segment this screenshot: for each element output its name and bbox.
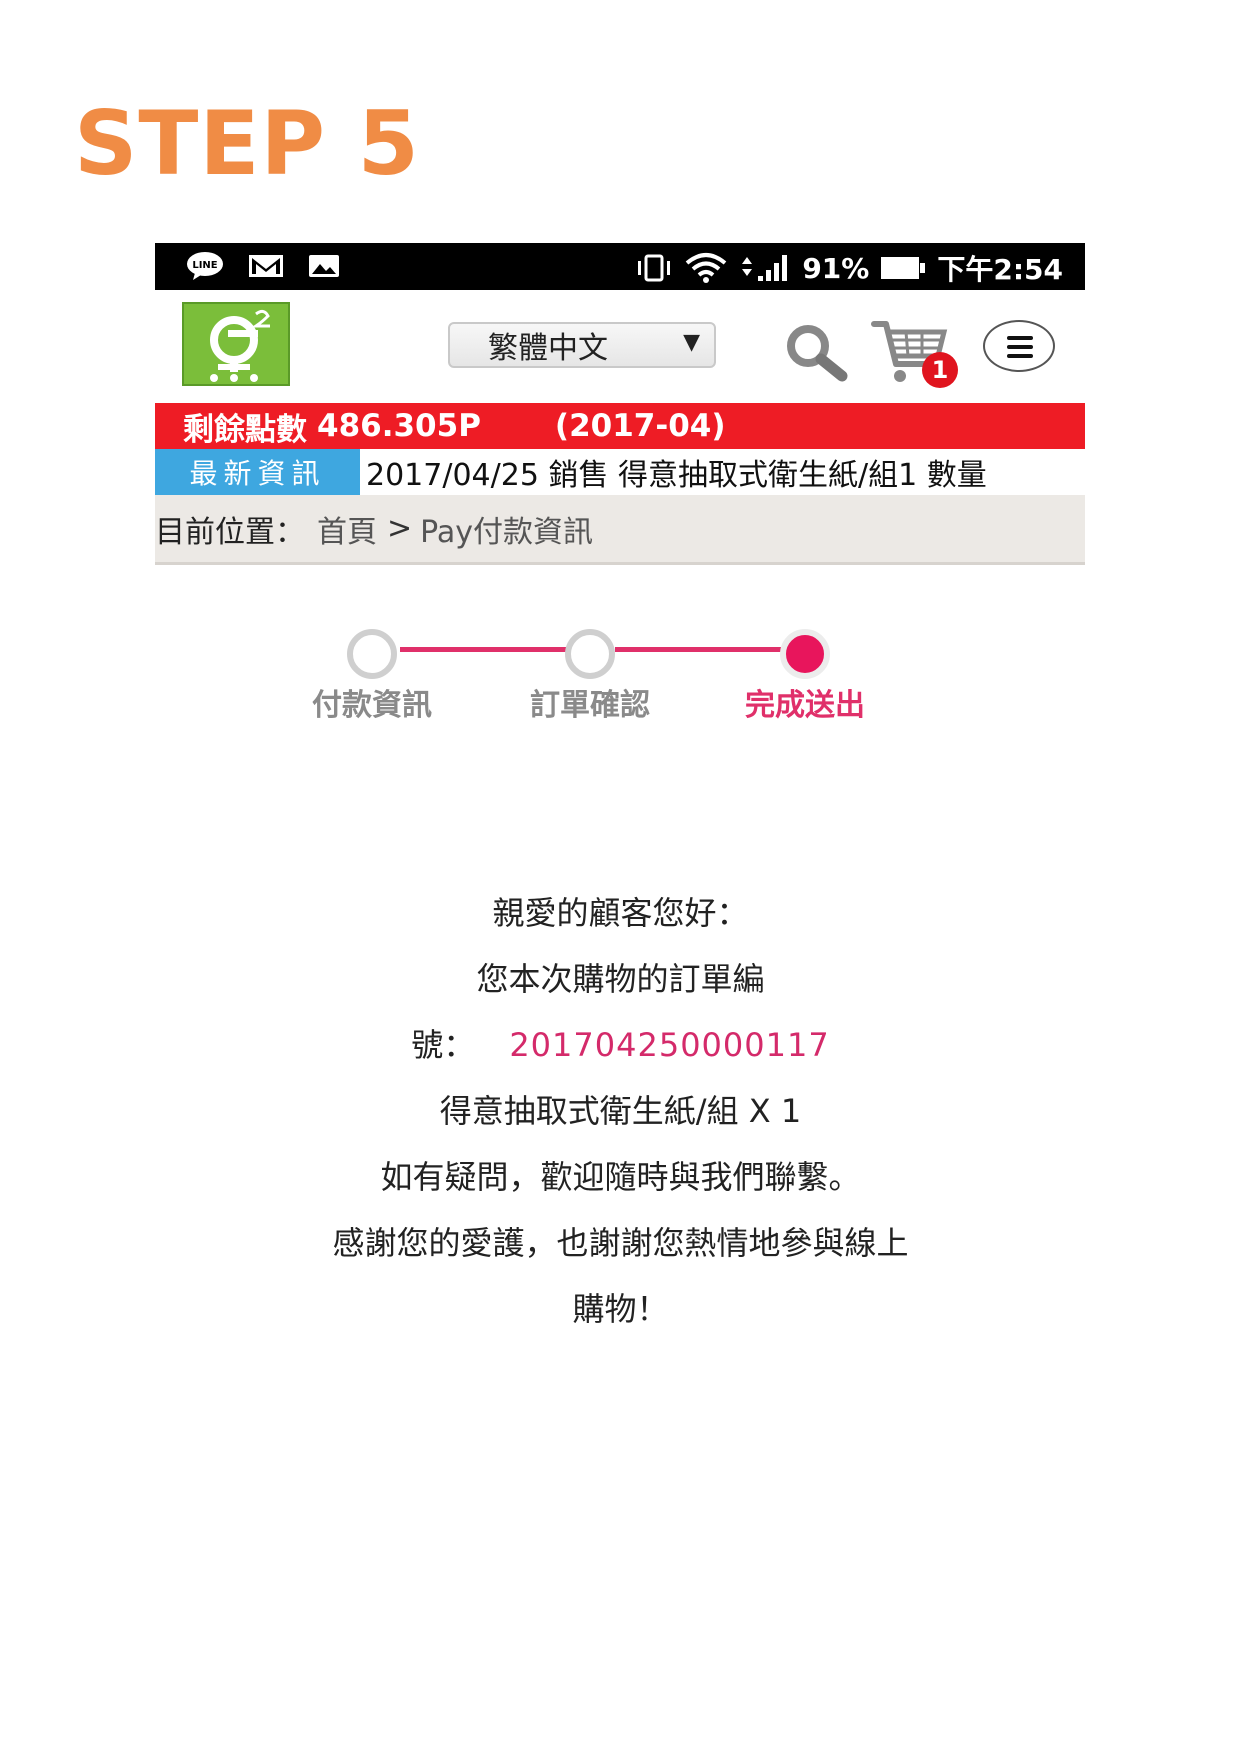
line-app-icon: LINE: [185, 251, 225, 281]
vibrate-icon: [634, 253, 674, 283]
site-logo[interactable]: [182, 302, 290, 386]
step-title: STEP 5: [74, 92, 420, 195]
breadcrumb: 目前位置： 首頁 > Pay付款資訊: [155, 495, 1085, 565]
step-3-indicator: [780, 629, 830, 679]
battery-percent: 91%: [802, 251, 870, 285]
order-item: 得意抽取式衛生紙/組 X 1: [439, 1092, 802, 1130]
cart-button[interactable]: 1: [870, 318, 962, 388]
search-icon: [787, 325, 848, 382]
phone-screenshot: LINE 91% 下午2:54 繁體中文 ▼ 1 剩餘點數 486.305P (…: [155, 243, 1085, 723]
news-text[interactable]: 2017/04/25 銷售 得意抽取式衛生紙/組1 數量: [360, 449, 1085, 495]
hamburger-menu-button[interactable]: [983, 320, 1055, 372]
step-1-indicator: [347, 629, 397, 679]
points-label: 剩餘點數: [183, 411, 307, 448]
stepper-connector: [400, 647, 572, 652]
step-1-label: 付款資訊: [312, 688, 432, 723]
thanks-line-end: 購物！: [572, 1290, 669, 1328]
dropdown-arrow-icon: ▼: [683, 330, 700, 355]
app-header: 繁體中文 ▼ 1: [155, 290, 1085, 403]
points-bar: 剩餘點數 486.305P (2017-04): [155, 403, 1085, 449]
menu-bar-icon: [1007, 345, 1033, 349]
order-intro: 您本次購物的訂單編: [476, 960, 765, 998]
order-number: 201704250000117: [509, 1026, 830, 1064]
order-number-line: 號： 201704250000117: [0, 1012, 1241, 1078]
gmail-icon: [247, 252, 285, 280]
order-confirmation-message: 親愛的顧客您好： 您本次購物的訂單編 號： 201704250000117 得意抽…: [0, 880, 1241, 1342]
step-2-label: 訂單確認: [530, 688, 650, 723]
news-label: 最新資訊: [155, 449, 360, 495]
greeting: 親愛的顧客您好：: [492, 894, 749, 932]
signal-icon: [738, 252, 792, 284]
breadcrumb-home-link[interactable]: 首頁: [317, 507, 377, 551]
battery-icon: [879, 254, 927, 282]
cart-count-badge: 1: [922, 352, 958, 388]
breadcrumb-separator: >: [387, 511, 413, 546]
status-bar: LINE 91% 下午2:54: [155, 243, 1085, 290]
checkout-stepper: 付款資訊 訂單確認 完成送出: [155, 565, 1085, 723]
contact-note: 如有疑問，歡迎隨時與我們聯繫。: [380, 1158, 861, 1196]
svg-text:LINE: LINE: [192, 260, 217, 271]
points-period: (2017-04): [554, 408, 726, 444]
breadcrumb-current: Pay付款資訊: [420, 514, 594, 550]
wifi-icon: [684, 252, 728, 284]
news-ticker: 最新資訊 2017/04/25 銷售 得意抽取式衛生紙/組1 數量: [155, 449, 1085, 495]
menu-bar-icon: [1007, 336, 1033, 340]
thanks-line: 感謝您的愛護，也謝謝您熱情地參與線上: [332, 1224, 909, 1262]
language-value: 繁體中文: [488, 331, 608, 366]
language-select[interactable]: 繁體中文 ▼: [448, 322, 716, 368]
status-time: 下午2:54: [937, 253, 1063, 286]
breadcrumb-label: 目前位置：: [155, 514, 305, 550]
search-button[interactable]: [780, 322, 854, 382]
stepper-connector: [615, 647, 785, 652]
step-2-indicator: [565, 629, 615, 679]
step-3-label: 完成送出: [745, 688, 865, 723]
menu-bar-icon: [1007, 354, 1033, 358]
gallery-icon: [307, 252, 341, 280]
order-number-label: 號：: [411, 1026, 476, 1064]
points-value: 486.305P: [317, 408, 481, 444]
